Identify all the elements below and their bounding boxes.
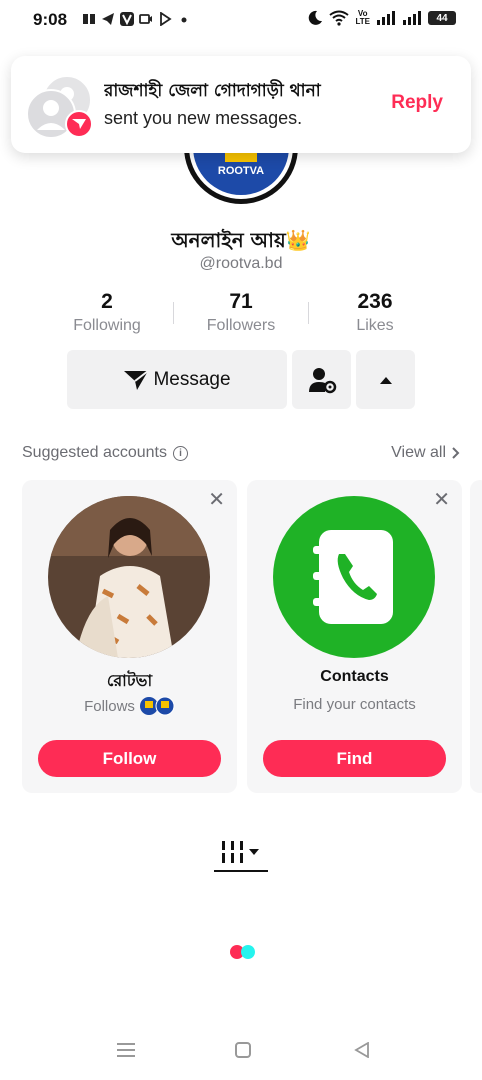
back-icon[interactable] bbox=[354, 1042, 370, 1058]
contacts-avatar[interactable] bbox=[273, 496, 435, 658]
stat-following-label: Following bbox=[73, 317, 141, 334]
notification-body: sent you new messages. bbox=[104, 108, 303, 128]
profile-handle: @rootva.bd bbox=[199, 255, 283, 272]
contacts-book-icon bbox=[313, 530, 393, 624]
battery-icon: 44 bbox=[428, 11, 456, 25]
suggested-subtitle-contacts: Find your contacts bbox=[293, 696, 416, 713]
volte-bottom: LTE bbox=[355, 17, 370, 26]
close-icon[interactable]: ✕ bbox=[208, 490, 225, 510]
message-notification[interactable]: রাজশাহী জেলা গোদাগাড়ী থানা sent you new… bbox=[11, 56, 471, 153]
view-all-label: View all bbox=[391, 444, 446, 461]
expand-suggestions-button[interactable] bbox=[356, 350, 415, 409]
caret-up-icon bbox=[379, 376, 392, 384]
dot-icon bbox=[181, 17, 187, 23]
signal-icon bbox=[377, 11, 395, 25]
stat-following[interactable]: 2 Following bbox=[40, 290, 174, 335]
stat-likes[interactable]: 236 Likes bbox=[308, 290, 442, 335]
avatar-logo-text: ROOTVA bbox=[217, 165, 265, 177]
home-icon[interactable] bbox=[235, 1042, 251, 1058]
manage-user-button[interactable] bbox=[292, 350, 351, 409]
telegram-icon bbox=[102, 13, 114, 25]
suggested-card-next[interactable] bbox=[470, 480, 482, 793]
follow-button[interactable]: Follow bbox=[38, 740, 221, 777]
status-bar: 9:08 Vo LTE 44 bbox=[0, 0, 482, 40]
notification-title: রাজশাহী জেলা গোদাগাড়ী থানা bbox=[104, 81, 321, 101]
tab-active-indicator bbox=[214, 870, 268, 872]
book-icon bbox=[83, 14, 95, 24]
volte-indicator: Vo LTE bbox=[355, 10, 370, 26]
suggested-card-contacts[interactable]: ✕ Contacts Find your contacts Find bbox=[247, 480, 462, 793]
play-store-icon bbox=[160, 12, 172, 26]
stat-likes-value: 236 bbox=[357, 290, 393, 313]
status-notification-icons bbox=[82, 12, 191, 26]
loading-spinner-icon bbox=[230, 945, 255, 959]
mutual-avatars-icon bbox=[139, 696, 175, 716]
do-not-disturb-moon-icon bbox=[309, 10, 323, 25]
suggested-avatar-photo[interactable] bbox=[48, 496, 210, 658]
person-photo-icon bbox=[48, 496, 210, 658]
find-button[interactable]: Find bbox=[263, 740, 446, 777]
user-settings-icon bbox=[308, 367, 336, 393]
recent-apps-icon[interactable] bbox=[117, 1042, 135, 1058]
message-button-label: Message bbox=[153, 368, 231, 390]
tab-videos[interactable] bbox=[214, 832, 268, 872]
stat-likes-label: Likes bbox=[356, 317, 394, 334]
vpn-icon bbox=[120, 12, 134, 26]
suggested-subtitle: Follows bbox=[22, 696, 237, 716]
suggested-accounts-title: Suggested accounts bbox=[22, 444, 167, 461]
stat-followers[interactable]: 71 Followers bbox=[174, 290, 308, 335]
status-system-icons: Vo LTE 44 bbox=[307, 10, 456, 26]
stat-following-value: 2 bbox=[101, 290, 113, 313]
profile-stats: 2 Following 71 Followers 236 Likes bbox=[40, 290, 442, 340]
suggested-follows-label: Follows bbox=[84, 697, 135, 715]
video-icon bbox=[139, 14, 152, 24]
suggested-name-contacts: Contacts bbox=[320, 668, 389, 685]
system-navigation-bar bbox=[0, 1030, 482, 1070]
wifi-icon bbox=[329, 10, 350, 26]
suggested-card[interactable]: ✕ রোটভা Follows Follow bbox=[22, 480, 237, 793]
message-button[interactable]: Message bbox=[67, 350, 287, 409]
view-all-link[interactable]: View all bbox=[391, 444, 460, 462]
signal-2-icon bbox=[403, 11, 421, 25]
suggested-accounts-heading: Suggested accounts i bbox=[22, 444, 188, 462]
stat-followers-label: Followers bbox=[206, 317, 276, 334]
notification-avatars-icon bbox=[26, 75, 93, 139]
grid-icon bbox=[221, 841, 259, 863]
chevron-right-icon bbox=[452, 447, 460, 459]
send-icon bbox=[124, 369, 150, 390]
info-icon[interactable]: i bbox=[173, 445, 188, 461]
stat-followers-value: 71 bbox=[229, 290, 253, 313]
suggested-name: রোটভা bbox=[106, 671, 153, 690]
close-icon[interactable]: ✕ bbox=[433, 490, 450, 510]
reply-button[interactable]: Reply bbox=[391, 92, 443, 114]
status-time: 9:08 bbox=[33, 10, 68, 29]
